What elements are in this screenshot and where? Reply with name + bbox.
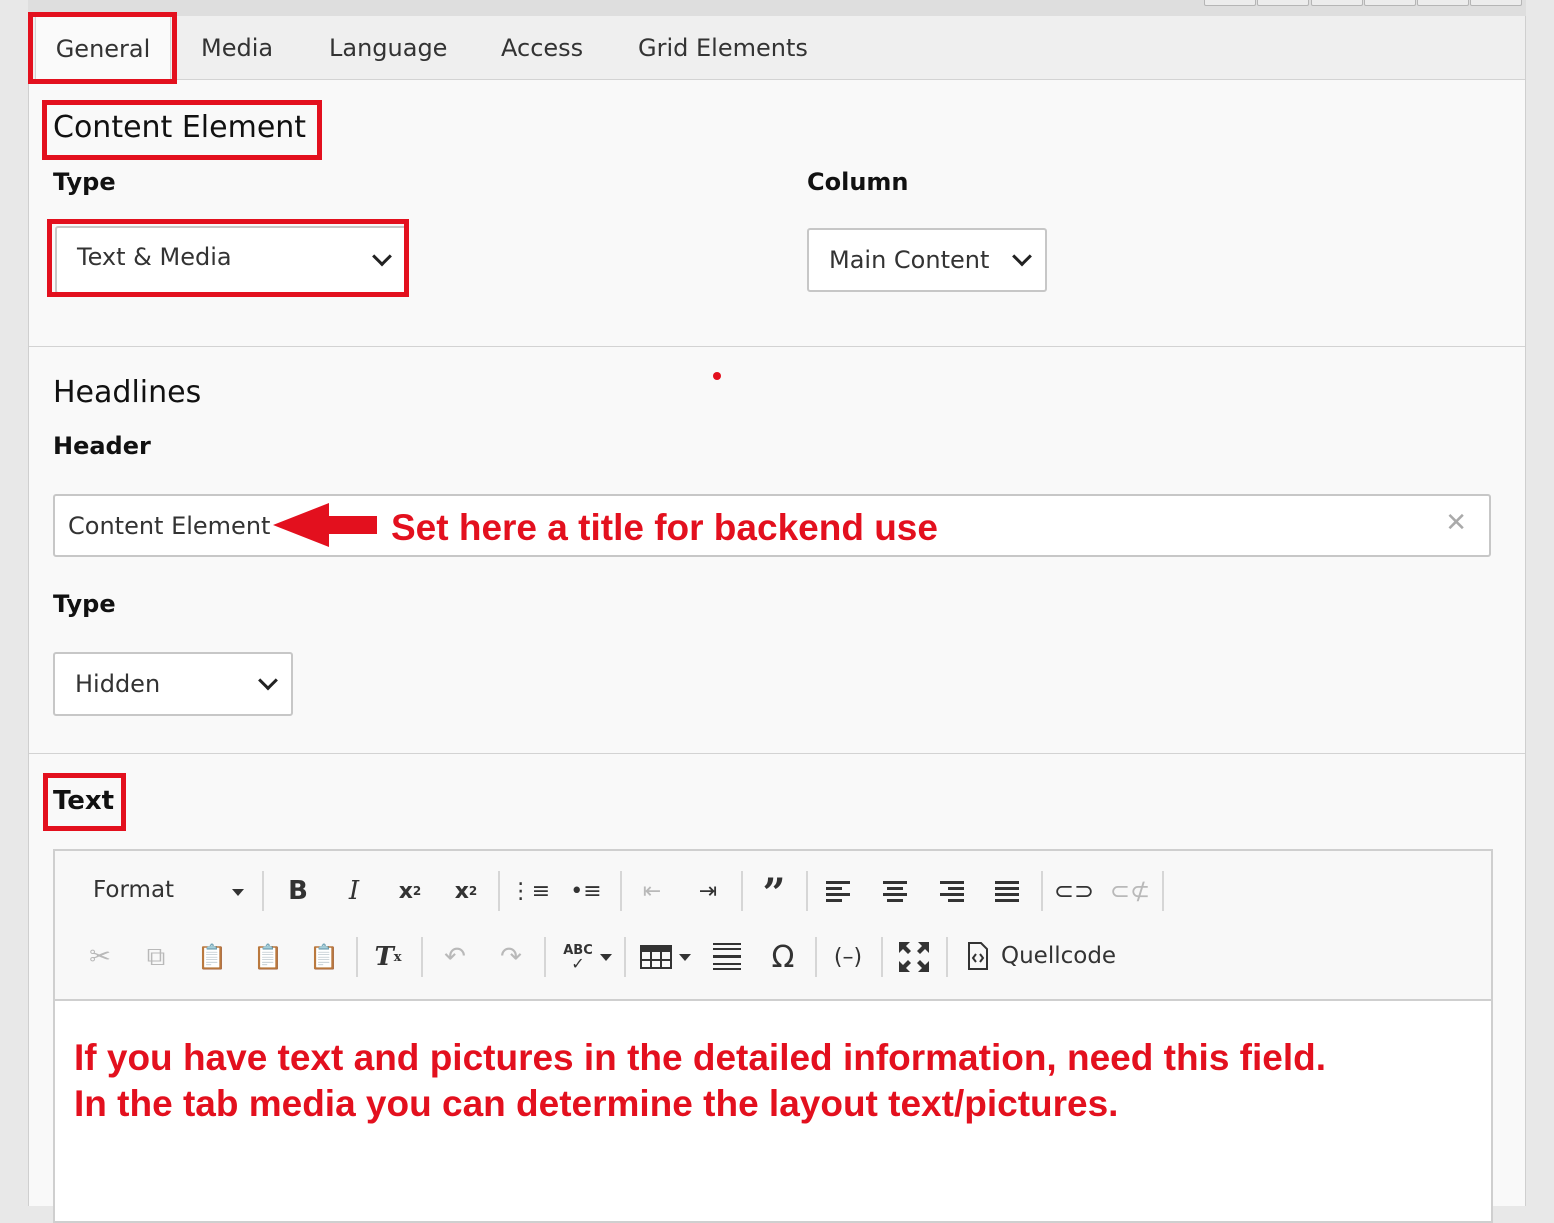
toolbar-separator xyxy=(881,937,883,977)
toolbar-separator xyxy=(620,871,622,911)
top-button[interactable] xyxy=(1364,0,1416,6)
toolbar-separator xyxy=(544,937,546,977)
toolbar-separator xyxy=(356,937,358,977)
cut-icon[interactable]: ✂ xyxy=(80,937,120,977)
outdent-icon[interactable]: ⇤ xyxy=(632,871,672,911)
type-select-value: Text & Media xyxy=(77,243,232,272)
tab-general[interactable]: General xyxy=(35,16,171,81)
spellcheck-icon[interactable]: ABC ✓ xyxy=(558,937,598,977)
top-button-group xyxy=(1204,0,1523,6)
align-right-icon[interactable] xyxy=(931,871,971,911)
special-char-icon[interactable]: Ω xyxy=(763,937,803,977)
soft-hyphen-icon[interactable]: (–) xyxy=(828,937,868,977)
align-center-icon[interactable] xyxy=(875,871,915,911)
toolbar-separator xyxy=(741,871,743,911)
chevron-down-icon xyxy=(1012,246,1032,267)
top-button[interactable] xyxy=(1204,0,1256,6)
toolbar-separator xyxy=(498,871,500,911)
source-code-icon xyxy=(968,942,988,970)
editor-toolbar: Format B I x2 x2 ⋮≡ •≡ ⇤ ⇥ ” ⊂⊃ ⊂⊄ ✂ ⧉ 📋… xyxy=(55,851,1491,1001)
tab-grid-elements[interactable]: Grid Elements xyxy=(638,16,808,79)
source-code-button[interactable]: Quellcode xyxy=(967,942,1116,970)
chevron-down-icon xyxy=(372,246,392,267)
header-type-select-value: Hidden xyxy=(75,670,161,698)
toolbar-separator xyxy=(806,871,808,911)
section-title-headlines: Headlines xyxy=(53,375,202,410)
redo-icon[interactable]: ↷ xyxy=(491,937,531,977)
blockquote-icon[interactable]: ” xyxy=(754,870,794,917)
table-icon[interactable] xyxy=(636,937,676,977)
top-button[interactable] xyxy=(1311,0,1363,6)
superscript-icon[interactable]: x2 xyxy=(446,871,486,911)
clear-icon[interactable]: ✕ xyxy=(1445,508,1467,538)
top-button[interactable] xyxy=(1257,0,1309,6)
rich-text-editor[interactable]: Format B I x2 x2 ⋮≡ •≡ ⇤ ⇥ ” ⊂⊃ ⊂⊄ ✂ ⧉ 📋… xyxy=(53,849,1493,1223)
top-button[interactable] xyxy=(1470,0,1522,6)
arrow-left-icon xyxy=(273,503,377,547)
horizontal-rule-icon[interactable] xyxy=(707,937,747,977)
bold-icon[interactable]: B xyxy=(278,871,318,911)
column-select-value: Main Content xyxy=(829,246,990,274)
spellcheck-dropdown-arrow-icon xyxy=(600,954,612,961)
header-label: Header xyxy=(53,432,151,460)
bulleted-list-icon[interactable]: •≡ xyxy=(566,871,606,911)
column-select[interactable]: Main Content xyxy=(807,228,1047,292)
copy-icon[interactable]: ⧉ xyxy=(136,937,176,977)
format-dropdown[interactable]: Format xyxy=(93,877,174,903)
toolbar-separator xyxy=(946,937,948,977)
format-label: Format xyxy=(93,877,175,903)
undo-icon[interactable]: ↶ xyxy=(435,937,475,977)
editor-content-area[interactable]: If you have text and pictures in the det… xyxy=(55,1001,1491,1221)
content-element-section: Content Element Type Column Text & Media… xyxy=(29,80,1525,347)
toolbar-separator xyxy=(421,937,423,977)
form-panel: General Media Language Access Grid Eleme… xyxy=(28,16,1526,1223)
remove-format-icon[interactable]: Tx xyxy=(368,937,408,977)
maximize-icon[interactable] xyxy=(894,937,934,977)
source-code-label: Quellcode xyxy=(1001,943,1117,969)
tab-bar: General Media Language Access Grid Eleme… xyxy=(29,16,1525,81)
toolbar-separator xyxy=(815,937,817,977)
unlink-icon[interactable]: ⊂⊄ xyxy=(1110,871,1150,911)
justify-icon[interactable] xyxy=(987,871,1027,911)
text-hint-line1: If you have text and pictures in the det… xyxy=(74,1037,1327,1078)
paste-icon[interactable]: 📋 xyxy=(192,937,232,977)
section-title-content-element: Content Element xyxy=(53,110,307,145)
toolbar-separator xyxy=(1041,871,1043,911)
header-type-select[interactable]: Hidden xyxy=(53,652,293,716)
italic-icon[interactable]: I xyxy=(334,871,374,911)
text-label: Text xyxy=(53,786,115,816)
table-dropdown-arrow-icon xyxy=(679,954,691,961)
tab-language[interactable]: Language xyxy=(329,16,447,79)
headlines-section: Headlines Header Content Element ✕ Set h… xyxy=(29,347,1525,754)
tab-media[interactable]: Media xyxy=(201,16,273,79)
toolbar-separator xyxy=(262,871,264,911)
tab-access[interactable]: Access xyxy=(501,16,583,79)
toolbar-separator xyxy=(624,937,626,977)
marker-dot xyxy=(713,372,721,380)
toolbar-separator xyxy=(1162,871,1164,911)
align-left-icon[interactable] xyxy=(819,871,859,911)
header-input-value: Content Element xyxy=(68,512,271,540)
text-hint-line2: In the tab media you can determine the l… xyxy=(74,1083,1119,1124)
indent-icon[interactable]: ⇥ xyxy=(688,871,728,911)
header-type-label: Type xyxy=(53,590,116,618)
column-label: Column xyxy=(807,168,909,196)
format-dropdown-arrow-icon xyxy=(232,889,244,896)
header-hint-annotation: Set here a title for backend use xyxy=(391,507,938,548)
chevron-down-icon xyxy=(258,670,278,691)
subscript-icon[interactable]: x2 xyxy=(390,871,430,911)
numbered-list-icon[interactable]: ⋮≡ xyxy=(510,871,550,911)
top-button[interactable] xyxy=(1417,0,1469,6)
type-label: Type xyxy=(53,168,116,196)
paste-text-icon[interactable]: 📋 xyxy=(248,937,288,977)
type-select[interactable]: Text & Media xyxy=(55,226,407,294)
paste-word-icon[interactable]: 📋 xyxy=(304,937,344,977)
link-icon[interactable]: ⊂⊃ xyxy=(1054,871,1094,911)
